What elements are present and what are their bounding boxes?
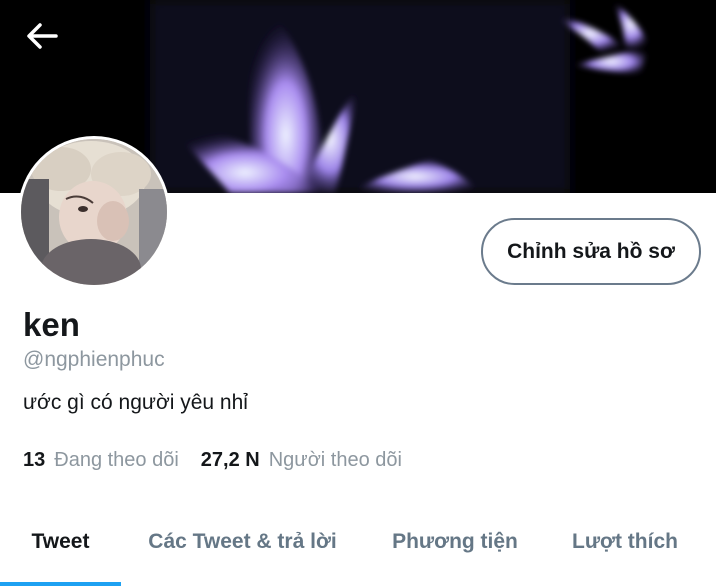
back-button[interactable] (26, 22, 80, 68)
followers-label: Người theo dõi (268, 449, 402, 471)
profile-page: Chỉnh sửa hồ sơ ken @ngphienphuc ước gì … (0, 0, 716, 586)
edit-profile-label: Chỉnh sửa hồ sơ (507, 239, 675, 263)
following-count: 13 (23, 449, 46, 471)
tab-likes[interactable]: Lượt thích (560, 512, 690, 572)
avatar[interactable] (18, 136, 170, 288)
edit-profile-button[interactable]: Chỉnh sửa hồ sơ (481, 218, 701, 285)
avatar-image (21, 139, 167, 285)
tab-tweets-and-replies[interactable]: Các Tweet & trả lời (130, 512, 355, 572)
followers-link[interactable]: 27,2 N Người theo dõi (201, 449, 402, 472)
profile-tabs: Tweet Các Tweet & trả lời Phương tiện Lư… (0, 512, 716, 586)
profile-stats: 13 Đang theo dõi 27,2 N Người theo dõi (23, 449, 402, 472)
followers-count: 27,2 N (200, 449, 260, 471)
active-tab-indicator (0, 582, 121, 586)
display-name: ken (23, 306, 80, 343)
profile-bio: ước gì có người yêu nhỉ (23, 391, 248, 414)
tab-media[interactable]: Phương tiện (380, 512, 530, 572)
following-link[interactable]: 13 Đang theo dõi (23, 449, 179, 472)
following-label: Đang theo dõi (54, 449, 179, 471)
tab-tweets[interactable]: Tweet (0, 512, 121, 572)
user-handle: @ngphienphuc (23, 348, 165, 371)
